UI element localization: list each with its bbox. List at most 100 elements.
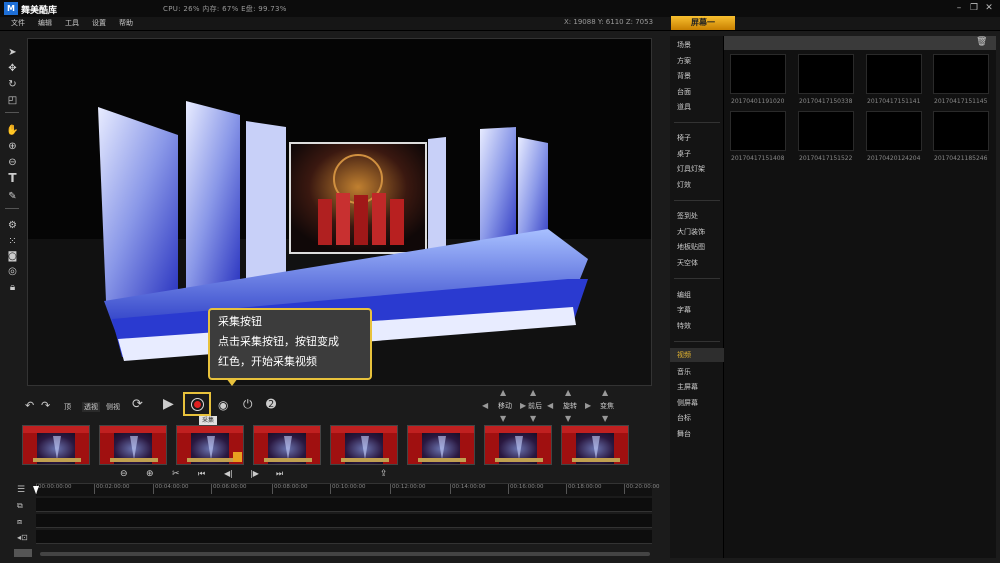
timeline-zoom-in-icon[interactable]: ⊕ [146, 469, 154, 479]
timeline-zoom-out-icon[interactable]: ⊖ [120, 469, 128, 479]
category-item[interactable]: 字幕 [677, 305, 691, 315]
category-item[interactable]: 主屏幕 [677, 382, 698, 392]
category-item[interactable]: 天空体 [677, 258, 698, 268]
select-arrow-icon[interactable]: ➤ [6, 46, 19, 59]
view-perspective-button[interactable]: 透视 [82, 402, 100, 412]
scene-thumbnail[interactable] [330, 425, 398, 465]
category-item[interactable]: 背景 [677, 71, 691, 81]
asset-thumbnail[interactable] [933, 54, 989, 94]
category-item[interactable]: 方案 [677, 56, 691, 66]
hand-pan-icon[interactable]: ✋ [6, 124, 19, 137]
scene-thumbnail[interactable] [253, 425, 321, 465]
reset-view-icon[interactable]: ⟳ [132, 397, 143, 412]
category-divider [674, 200, 720, 201]
scene-thumbnail[interactable] [484, 425, 552, 465]
category-item[interactable]: 场景 [677, 40, 691, 50]
menu-bar [0, 17, 1000, 31]
asset-thumbnail[interactable] [798, 111, 854, 151]
category-item[interactable]: 灯效 [677, 180, 691, 190]
title-bar [0, 0, 1000, 17]
asset-label: 20170417150338 [799, 98, 853, 105]
category-item[interactable]: 地板贴图 [677, 242, 705, 252]
menu-tools[interactable]: 工具 [65, 18, 79, 28]
scene-thumbnail[interactable] [561, 425, 629, 465]
restore-icon[interactable]: ❐ [967, 2, 981, 14]
nav-rotate-label: 旋转 [563, 402, 577, 410]
zoom-in-icon[interactable]: ⊕ [6, 140, 19, 153]
asset-label: 20170417151145 [934, 98, 988, 105]
timeline-track[interactable] [36, 498, 652, 512]
camera-icon[interactable]: ◙ [6, 250, 19, 263]
lock-icon[interactable]: 🔒︎ [6, 281, 19, 294]
scene-thumbnail[interactable] [407, 425, 475, 465]
edit-icon[interactable]: ✎ [6, 190, 19, 203]
category-item[interactable]: 灯具灯架 [677, 164, 705, 174]
step-back-icon[interactable]: ◀| [224, 469, 233, 478]
scene-thumbnail[interactable] [99, 425, 167, 465]
scroll-handle-icon[interactable] [14, 549, 32, 557]
play-icon[interactable]: ▶ [163, 396, 174, 412]
screen-select-button[interactable]: 屏幕一 [671, 16, 735, 30]
power-icon[interactable]: ⏻ [243, 397, 253, 412]
eye-icon[interactable]: ◉ [218, 398, 228, 412]
go-end-icon[interactable]: ⏭ [276, 469, 283, 479]
view-side-button[interactable]: 侧视 [106, 402, 120, 412]
globe-icon[interactable]: ◎ [6, 265, 19, 278]
timeline-scrollbar[interactable] [40, 552, 650, 556]
minimize-icon[interactable]: – [952, 2, 966, 14]
category-item[interactable]: 音乐 [677, 367, 691, 377]
category-divider [674, 278, 720, 279]
timeline-ruler[interactable]: 00:00:00:00 00:02:00:00 00:04:00:00 00:0… [36, 483, 660, 496]
asset-thumbnail[interactable] [933, 111, 989, 151]
view-top-button[interactable]: 顶 [64, 402, 71, 412]
scene-thumbnail[interactable] [22, 425, 90, 465]
time-tick: 00:14:00:00 [450, 484, 486, 494]
category-item[interactable]: 道具 [677, 102, 691, 112]
rotate-icon[interactable]: ↻ [6, 78, 19, 91]
track-audio-icon: ◂⊡ [17, 533, 28, 542]
trash-icon[interactable]: 🗑︎ [976, 37, 987, 47]
timeline-track[interactable] [36, 514, 652, 528]
go-start-icon[interactable]: ⏮ [198, 469, 205, 479]
category-item[interactable]: 特效 [677, 321, 691, 331]
category-item[interactable]: 编组 [677, 290, 691, 300]
category-item[interactable]: 签到处 [677, 211, 698, 221]
timeline-list-icon[interactable]: ☰ [17, 485, 25, 495]
time-tick: 00:08:00:00 [272, 484, 308, 494]
category-item[interactable]: 侧屏幕 [677, 398, 698, 408]
category-item-active[interactable]: 视频 [670, 348, 724, 362]
close-icon[interactable]: ✕ [982, 2, 996, 14]
move-icon[interactable]: ✥ [6, 62, 19, 75]
asset-thumbnail[interactable] [866, 54, 922, 94]
nav-zoom[interactable]: ▲ ▼ 变焦 [582, 388, 632, 424]
category-item[interactable]: 舞台 [677, 429, 691, 439]
undo-icon[interactable]: ↶ [25, 399, 34, 412]
nav-zoom-label: 变焦 [600, 402, 614, 410]
zoom-out-icon[interactable]: ⊖ [6, 156, 19, 169]
category-item[interactable]: 大门装饰 [677, 227, 705, 237]
category-item[interactable]: 桌子 [677, 149, 691, 159]
category-item[interactable]: 椅子 [677, 133, 691, 143]
grid-icon[interactable]: ⁙ [6, 235, 19, 248]
timeline-track[interactable] [36, 530, 652, 544]
time-tick: 00:00:00:00 [36, 484, 72, 494]
menu-help[interactable]: 帮助 [119, 18, 133, 28]
step-forward-icon[interactable]: |▶ [250, 469, 259, 478]
menu-settings[interactable]: 设置 [92, 18, 106, 28]
asset-thumbnail[interactable] [730, 54, 786, 94]
category-item[interactable]: 台面 [677, 87, 691, 97]
export-icon[interactable]: ⇪ [380, 469, 388, 479]
cut-icon[interactable]: ✂ [172, 469, 180, 479]
menu-edit[interactable]: 编辑 [38, 18, 52, 28]
asset-thumbnail[interactable] [798, 54, 854, 94]
category-item[interactable]: 台标 [677, 413, 691, 423]
redo-icon[interactable]: ↷ [41, 399, 50, 412]
gear-icon[interactable]: ⚙ [6, 219, 19, 232]
text-tool-icon[interactable]: T [6, 172, 19, 185]
asset-thumbnail[interactable] [866, 111, 922, 151]
forward-circle-icon[interactable]: ➋ [266, 397, 276, 411]
scale-icon[interactable]: ◰ [6, 94, 19, 107]
callout-tooltip: 采集按钮 点击采集按钮，按钮变成 红色，开始采集视频 [208, 308, 372, 380]
menu-file[interactable]: 文件 [11, 18, 25, 28]
asset-thumbnail[interactable] [730, 111, 786, 151]
